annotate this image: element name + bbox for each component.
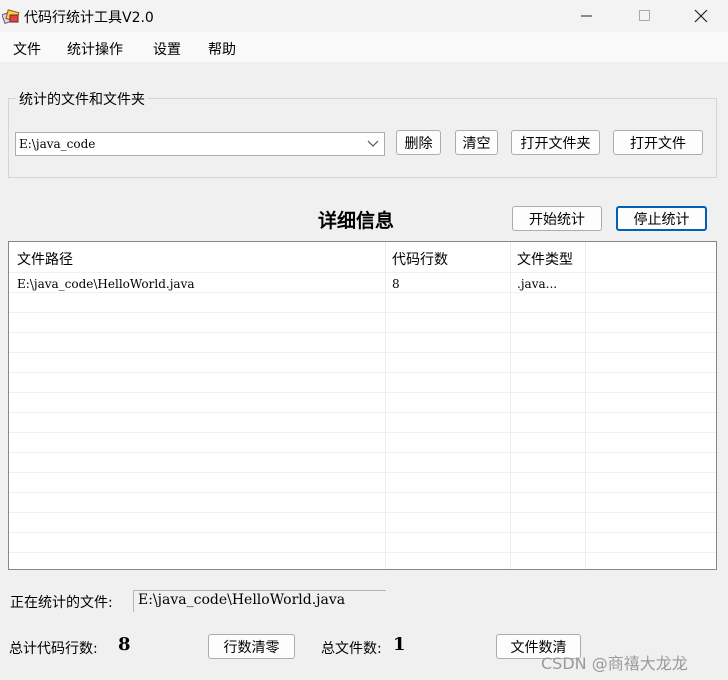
total-files-label: 总文件数:: [321, 641, 382, 657]
row-divider: [9, 512, 716, 513]
column-header-lines[interactable]: 代码行数: [392, 249, 448, 269]
path-combobox-value: E:\java_code: [19, 137, 96, 151]
column-header-type[interactable]: 文件类型: [517, 249, 573, 269]
close-button[interactable]: [674, 0, 728, 32]
row-divider: [9, 372, 716, 373]
row-divider: [9, 412, 716, 413]
column-header-path[interactable]: 文件路径: [17, 249, 73, 269]
maximize-button[interactable]: [616, 0, 674, 32]
source-groupbox-label: 统计的文件和文件夹: [16, 89, 148, 109]
table-cell-type[interactable]: .java...: [517, 277, 557, 291]
app-icon: [1, 8, 20, 25]
watermark: CSDN @商禧大龙龙: [541, 654, 688, 673]
delete-button[interactable]: 删除: [396, 130, 441, 155]
reset-lines-button[interactable]: 行数清零: [208, 634, 295, 659]
window-title: 代码行统计工具V2.0: [24, 10, 154, 26]
row-divider: [9, 312, 716, 313]
row-divider: [9, 472, 716, 473]
total-files-value: 1: [393, 634, 406, 655]
detail-title: 详细信息: [318, 210, 395, 232]
menu-file[interactable]: 文件: [13, 39, 41, 59]
table-cell-path[interactable]: E:\java_code\HelloWorld.java: [17, 277, 195, 291]
row-divider: [9, 392, 716, 393]
menu-stat-ops[interactable]: 统计操作: [67, 39, 123, 59]
row-divider: [9, 452, 716, 453]
table-cell-lines[interactable]: 8: [392, 277, 400, 291]
total-lines-value: 8: [118, 634, 131, 655]
total-lines-label: 总计代码行数:: [9, 641, 98, 657]
clear-button[interactable]: 清空: [455, 130, 498, 155]
row-divider: [9, 532, 716, 533]
menu-help[interactable]: 帮助: [208, 39, 236, 59]
menu-settings[interactable]: 设置: [153, 39, 181, 59]
maximize-icon: [639, 10, 650, 21]
row-divider: [9, 272, 716, 273]
open-file-button[interactable]: 打开文件: [613, 130, 703, 155]
open-folder-button[interactable]: 打开文件夹: [511, 130, 600, 155]
row-divider: [9, 552, 716, 553]
current-file-value: E:\java_code\HelloWorld.java: [138, 592, 346, 608]
close-icon: [694, 9, 708, 23]
current-file-label: 正在统计的文件:: [10, 595, 113, 611]
minimize-icon: [581, 15, 592, 17]
row-divider: [9, 292, 716, 293]
row-divider: [9, 332, 716, 333]
stop-button[interactable]: 停止统计: [616, 206, 707, 231]
row-divider: [9, 352, 716, 353]
row-divider: [9, 492, 716, 493]
row-divider: [9, 432, 716, 433]
chevron-down-icon[interactable]: [366, 138, 380, 150]
start-button[interactable]: 开始统计: [512, 206, 602, 231]
minimize-button[interactable]: [558, 0, 616, 32]
